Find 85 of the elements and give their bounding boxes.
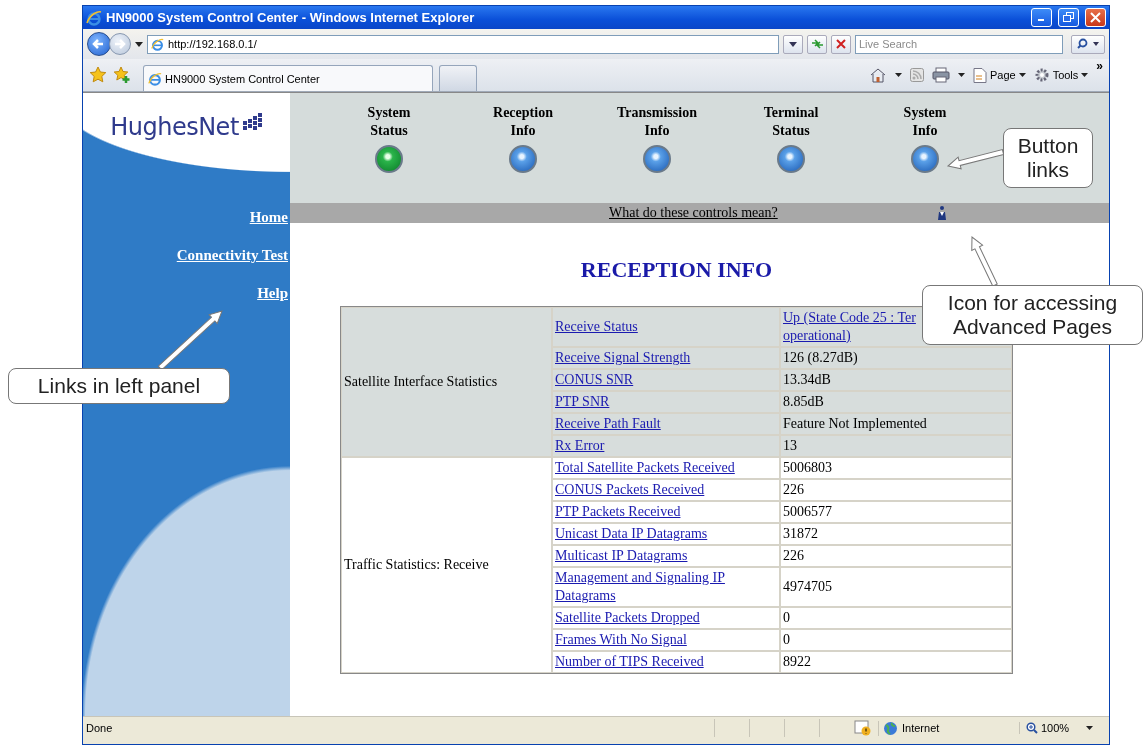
page-heading: RECEPTION INFO — [580, 257, 773, 283]
window-title: HN9000 System Control Center - Windows Internet Explorer — [106, 10, 476, 25]
nav-link[interactable]: System Info — [903, 104, 947, 140]
nav-link[interactable]: Reception Info — [493, 104, 553, 140]
controls-info-link[interactable]: What do these controls mean? — [609, 205, 778, 221]
maximize-button[interactable] — [1058, 8, 1079, 27]
page-icon — [151, 37, 164, 51]
close-icon — [1090, 12, 1101, 23]
stat-link[interactable]: PTP SNR — [555, 393, 610, 411]
browser-tab[interactable]: HN9000 System Control Center — [143, 65, 433, 91]
value-text: 0 — [783, 632, 790, 647]
dropdown-icon — [789, 41, 797, 47]
print-icon[interactable] — [931, 67, 950, 83]
refresh-button[interactable] — [807, 34, 827, 54]
callout-arrow — [947, 149, 1005, 170]
globe-icon — [883, 720, 898, 736]
history-dropdown-icon[interactable] — [135, 41, 143, 47]
stop-button[interactable] — [831, 34, 851, 54]
page-icon — [972, 67, 987, 83]
value-text: 126 (8.27dB) — [783, 350, 858, 365]
stat-link[interactable]: Receive Status — [555, 318, 638, 336]
logo-grid-icon — [240, 113, 263, 133]
home-icon[interactable] — [868, 67, 887, 83]
dropdown-icon[interactable] — [1018, 73, 1026, 77]
globe-button[interactable] — [777, 145, 805, 173]
group-cell: Traffic Statistics: Receive — [341, 457, 552, 673]
nav-link[interactable]: Transmission Info — [617, 104, 697, 140]
person-icon[interactable] — [935, 205, 948, 221]
value-text: 8922 — [783, 654, 811, 669]
group-cell: Satellite Interface Statistics — [341, 307, 552, 457]
back-button[interactable] — [87, 32, 111, 56]
minimize-button[interactable] — [1031, 8, 1052, 27]
zoom-level[interactable]: 100% — [1019, 722, 1106, 734]
callout-arrow — [157, 310, 223, 371]
value-text: 5006803 — [783, 460, 832, 475]
toolbar-overflow[interactable]: » — [1096, 59, 1103, 73]
close-button[interactable] — [1085, 8, 1106, 27]
nav-link[interactable]: System Status — [367, 104, 411, 140]
value-text: 31872 — [783, 526, 818, 541]
callout-label: Links in left panel — [8, 368, 230, 404]
dropdown-icon[interactable] — [894, 73, 902, 77]
stat-link[interactable]: Rx Error — [555, 437, 605, 455]
value-text: Feature Not Implemented — [783, 416, 927, 431]
search-icon — [1076, 38, 1100, 50]
value-text: 5006577 — [783, 504, 832, 519]
add-favorite-icon[interactable] — [113, 66, 131, 84]
tools-menu-button[interactable]: Tools — [1033, 67, 1089, 83]
value-text: 13 — [783, 438, 797, 453]
restore-icon — [1063, 12, 1074, 23]
dropdown-icon[interactable] — [1081, 73, 1089, 77]
value-text: 226 — [783, 548, 804, 563]
globe-button[interactable] — [911, 145, 939, 173]
value-text: 8.85dB — [783, 394, 824, 409]
browser-icon — [86, 9, 102, 26]
status-text: Done — [86, 722, 113, 734]
callout-arrow — [971, 236, 998, 287]
search-field[interactable]: Live Search — [855, 34, 1063, 54]
nav-link[interactable]: Terminal Status — [763, 104, 819, 140]
address-field[interactable]: http://192.168.0.1/ — [147, 34, 779, 54]
search-button[interactable] — [1071, 34, 1105, 54]
gear-icon — [1033, 67, 1050, 83]
dropdown-icon[interactable] — [1086, 726, 1094, 730]
address-dropdown-button[interactable] — [783, 34, 803, 54]
zoom-icon — [1026, 722, 1038, 734]
protected-mode-icon[interactable] — [854, 720, 872, 736]
favorites-star-icon[interactable] — [89, 66, 107, 84]
globe-button[interactable] — [643, 145, 671, 173]
globe-button[interactable] — [509, 145, 537, 173]
stop-icon — [836, 39, 846, 49]
security-zone[interactable]: Internet — [878, 720, 1013, 736]
sidebar-link[interactable]: Help — [257, 283, 288, 303]
sidebar-link[interactable]: Home — [249, 207, 288, 227]
url-text: http://192.168.0.1/ — [168, 38, 257, 50]
dropdown-icon[interactable] — [957, 73, 965, 77]
page-menu-button[interactable]: Page — [972, 67, 1026, 83]
callout-label: Icon for accessing Advanced Pages — [922, 285, 1143, 345]
value-text: 4974705 — [783, 579, 832, 594]
value-text: 226 — [783, 482, 804, 497]
value-text: 0 — [783, 610, 790, 625]
sidebar-link[interactable]: Connectivity Test — [176, 245, 288, 265]
value-text: 13.34dB — [783, 372, 831, 387]
callout-label: Button links — [1003, 128, 1093, 188]
globe-button[interactable] — [375, 145, 403, 173]
refresh-icon — [810, 39, 824, 49]
page-icon — [148, 71, 162, 86]
